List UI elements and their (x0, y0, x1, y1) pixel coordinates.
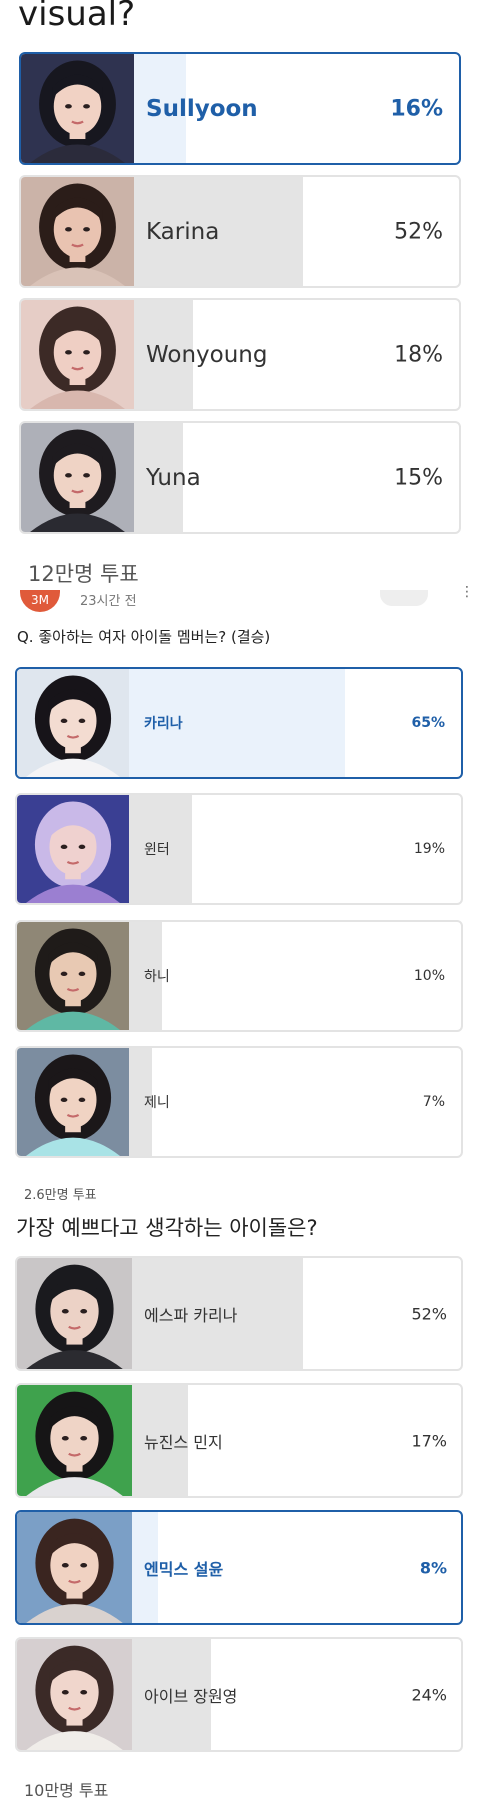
author-avatar[interactable]: 3M (20, 590, 60, 612)
option-percent: 15% (394, 465, 443, 490)
poll-option[interactable]: 아이브 장원영 24% (15, 1637, 463, 1752)
poll-option[interactable]: 윈터 19% (15, 793, 463, 905)
vote-count: 2.6만명 투표 (24, 1188, 97, 1203)
poll-favorite-member: 3M 23시간 전 ⋮ Q. 좋아하는 여자 아이돌 멤버는? (결승) 카리나… (0, 584, 480, 1210)
poll-option[interactable]: 뉴진스 민지 17% (15, 1383, 463, 1498)
member-photo (17, 922, 129, 1030)
option-percent: 24% (411, 1685, 447, 1704)
option-percent: 17% (411, 1431, 447, 1450)
member-photo (17, 1385, 132, 1496)
option-percent: 8% (419, 1558, 447, 1577)
option-percent: 18% (394, 342, 443, 367)
more-options-icon[interactable]: ⋮ (460, 584, 474, 600)
option-percent: 52% (411, 1304, 447, 1323)
follow-button[interactable] (380, 590, 428, 606)
poll-title-fragment: visual? (18, 0, 136, 34)
poll-option[interactable]: Sullyoon 16% (19, 52, 461, 165)
poll-aespa-visual: visual? Sullyoon 16% Karina 52% Wonyoung… (0, 0, 480, 586)
member-photo (17, 1048, 129, 1156)
vote-count: 12만명 투표 (28, 562, 139, 586)
poll-option[interactable]: 하니 10% (15, 920, 463, 1032)
member-photo (21, 423, 134, 532)
option-label: Sullyoon (146, 95, 258, 122)
poll-option[interactable]: 제니 7% (15, 1046, 463, 1158)
member-photo (17, 669, 129, 777)
option-label: Yuna (146, 464, 201, 491)
member-photo (17, 795, 129, 903)
poll-option[interactable]: 에스파 카리나 52% (15, 1256, 463, 1371)
option-label: 에스파 카리나 (144, 1305, 238, 1325)
option-percent: 65% (411, 715, 445, 731)
option-percent: 7% (422, 1094, 445, 1110)
option-label: 제니 (144, 1095, 170, 1111)
option-label: Karina (146, 218, 220, 245)
option-label: 카리나 (144, 716, 183, 732)
option-label: Wonyoung (146, 341, 268, 368)
poll-question: Q. 좋아하는 여자 아이돌 멤버는? (결승) (17, 628, 271, 646)
member-photo (17, 1639, 132, 1750)
poll-option[interactable]: Yuna 15% (19, 421, 461, 534)
option-label: 하니 (144, 969, 170, 985)
member-photo (17, 1258, 132, 1369)
member-photo (21, 300, 134, 409)
post-time: 23시간 전 (80, 594, 137, 609)
member-photo (17, 1512, 132, 1623)
option-label: 윈터 (144, 842, 170, 858)
option-label: 엔믹스 설윤 (144, 1559, 224, 1579)
vote-count: 10만명 투표 (24, 1781, 109, 1800)
option-label: 뉴진스 민지 (144, 1432, 223, 1452)
option-percent: 16% (390, 96, 443, 121)
poll-prettiest-idol: 가장 예쁘다고 생각하는 아이돌은? 에스파 카리나 52% 뉴진스 민지 17… (0, 1212, 480, 1807)
option-percent: 52% (394, 219, 443, 244)
member-photo (21, 54, 134, 163)
poll-option[interactable]: Karina 52% (19, 175, 461, 288)
poll-option[interactable]: 카리나 65% (15, 667, 463, 779)
poll-option[interactable]: 엔믹스 설윤 8% (15, 1510, 463, 1625)
option-percent: 10% (413, 968, 445, 984)
member-photo (21, 177, 134, 286)
poll-question: 가장 예쁘다고 생각하는 아이돌은? (16, 1216, 318, 1240)
option-percent: 19% (413, 841, 445, 857)
option-label: 아이브 장원영 (144, 1686, 238, 1706)
poll-option[interactable]: Wonyoung 18% (19, 298, 461, 411)
